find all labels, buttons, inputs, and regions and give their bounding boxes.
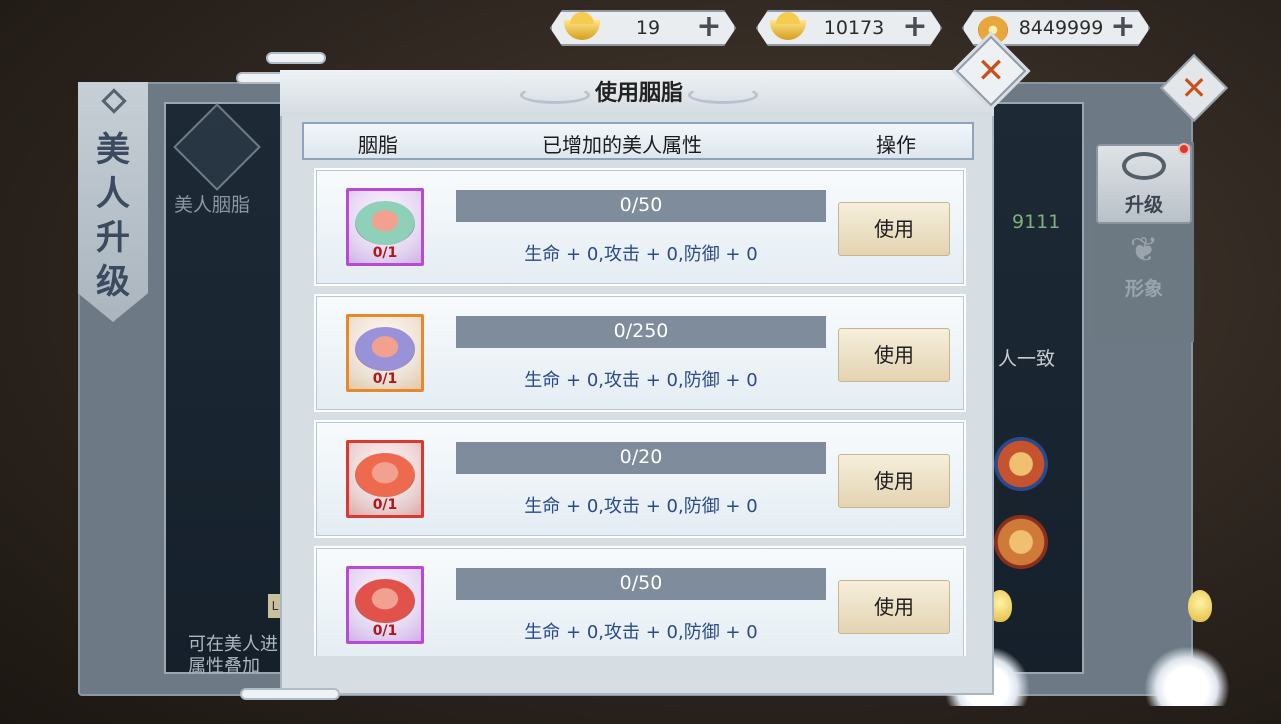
header-attributes: 已增加的美人属性 — [542, 133, 702, 157]
item-count: 0/1 — [372, 497, 398, 513]
attribute-bonus: 生命 + 0,攻击 + 0,防御 + 0 — [524, 622, 758, 643]
notification-dot — [1178, 143, 1190, 155]
power-number: 9111 — [1012, 211, 1061, 233]
use-button[interactable]: 使用 — [838, 202, 950, 256]
rouge-violet-box-icon — [355, 327, 415, 371]
add-currency-button[interactable]: + — [902, 15, 928, 41]
header-item: 胭脂 — [358, 133, 398, 157]
currency-value: 19 — [635, 17, 661, 39]
table-header: 胭脂 已增加的美人属性 操作 — [302, 122, 974, 160]
tab-appearance[interactable]: ❦ 形象 — [1098, 230, 1190, 304]
upgrade-icon — [1122, 152, 1166, 180]
use-rouge-dialog: 使用胭脂 胭脂 已增加的美人属性 操作 0/1 0/50 生命 + 0,攻击 +… — [280, 70, 994, 695]
close-icon: ✕ — [976, 51, 1006, 91]
rouge-slot[interactable]: 0/1 — [346, 566, 424, 644]
scroll-ornament — [266, 52, 326, 64]
side-title: 美人升级 — [96, 130, 130, 302]
item-count: 0/1 — [372, 371, 398, 387]
tab-upgrade[interactable]: 升级 — [1096, 144, 1192, 224]
tab-appearance-label: 形象 — [1124, 278, 1163, 300]
rouge-slot[interactable]: 0/1 — [346, 314, 424, 392]
item-count: 0/1 — [372, 623, 398, 639]
hint-line-1: 可在美人进 — [188, 634, 278, 655]
lotus-bud-icon — [1188, 590, 1212, 622]
side-title-banner: 美人升级 — [78, 82, 148, 322]
info-text: 人一致 — [998, 348, 1056, 370]
rouge-ornate-box-icon — [355, 579, 415, 623]
dialog-title: 使用胭脂 — [594, 81, 683, 106]
lotus-flower-icon — [1144, 646, 1230, 706]
list-item: 0/1 0/50 生命 + 0,攻击 + 0,防御 + 0 使用 — [314, 168, 966, 286]
locked-medal-icon[interactable] — [994, 437, 1048, 491]
hint-line-2: 属性叠加 — [188, 656, 260, 677]
currency-value: 8449999 — [1018, 17, 1104, 39]
list-item: 0/1 0/50 生命 + 0,攻击 + 0,防御 + 0 使用 — [314, 546, 966, 656]
section-label: 美人胭脂 — [174, 194, 251, 216]
rouge-slot[interactable]: 0/1 — [346, 188, 424, 266]
tab-upgrade-label: 升级 — [1124, 194, 1163, 216]
use-button[interactable]: 使用 — [838, 580, 950, 634]
header-action: 操作 — [876, 133, 916, 157]
rouge-list[interactable]: 0/1 0/50 生命 + 0,攻击 + 0,防御 + 0 使用 0/1 0/2… — [314, 168, 966, 656]
add-currency-button[interactable]: + — [1110, 15, 1136, 41]
gold-ingot-icon — [766, 14, 810, 44]
add-currency-button[interactable]: + — [696, 15, 722, 41]
close-icon: ✕ — [1180, 69, 1208, 107]
attribute-bonus: 生命 + 0,攻击 + 0,防御 + 0 — [524, 496, 758, 517]
currency-value: 10173 — [823, 17, 885, 39]
diamond-ornament-icon — [101, 88, 127, 114]
rouge-red-box-icon — [355, 453, 415, 497]
rouge-slot[interactable]: 0/1 — [346, 440, 424, 518]
scroll-ornament — [240, 688, 340, 700]
use-button[interactable]: 使用 — [838, 328, 950, 382]
attribute-bonus: 生命 + 0,攻击 + 0,防御 + 0 — [524, 370, 758, 391]
appearance-icon: ❦ — [1129, 230, 1159, 270]
list-item: 0/1 0/250 生命 + 0,攻击 + 0,防御 + 0 使用 — [314, 294, 966, 412]
attribute-bonus: 生命 + 0,攻击 + 0,防御 + 0 — [524, 244, 758, 265]
progress-bar: 0/50 — [456, 190, 826, 222]
locked-medal-icon[interactable] — [994, 515, 1048, 569]
rouge-jade-box-icon — [355, 201, 415, 245]
progress-bar: 0/250 — [456, 316, 826, 348]
locked-ingot-icon — [560, 14, 604, 44]
use-button[interactable]: 使用 — [838, 454, 950, 508]
item-count: 0/1 — [372, 245, 398, 261]
currency-gold: 10173 + — [756, 10, 942, 46]
list-item: 0/1 0/20 生命 + 0,攻击 + 0,防御 + 0 使用 — [314, 420, 966, 538]
currency-bound-gold: 19 + — [550, 10, 736, 46]
progress-bar: 0/20 — [456, 442, 826, 474]
progress-bar: 0/50 — [456, 568, 826, 600]
hint-text: 可在美人进 属性叠加 — [188, 634, 278, 678]
